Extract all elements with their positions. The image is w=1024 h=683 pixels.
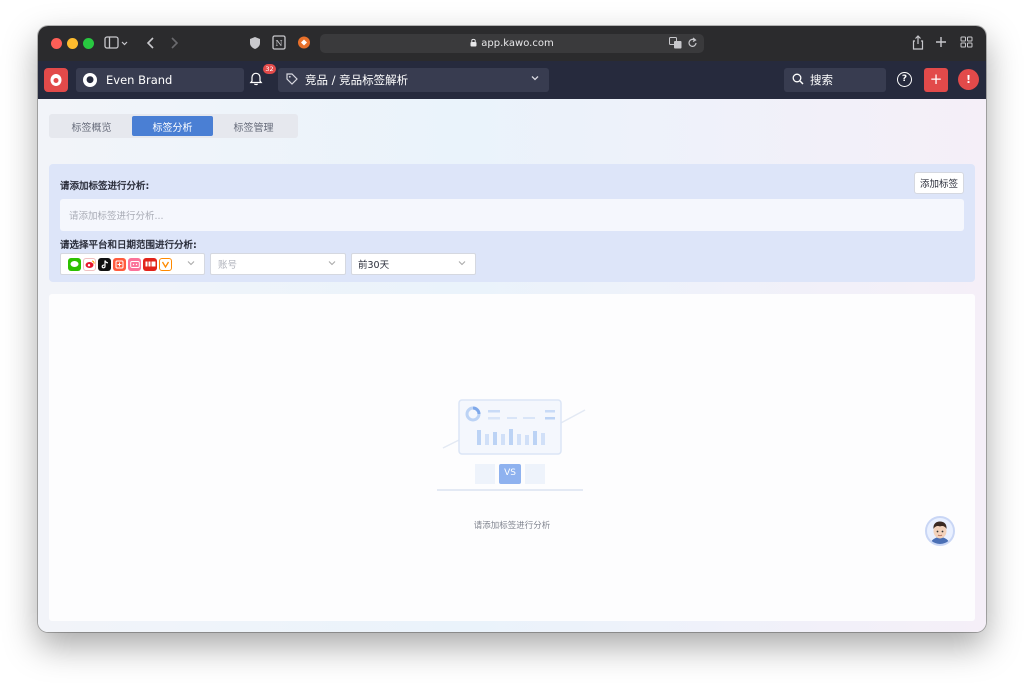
platform-date-prompt: 请选择平台和日期范围进行分析: (60, 240, 197, 251)
tab-tag-overview[interactable]: 标签概览 (51, 116, 132, 136)
empty-state-illustration (437, 399, 586, 491)
bilibili-icon (128, 257, 141, 271)
wechat-icon (68, 257, 81, 271)
add-tag-prompt: 请添加标签进行分析: (60, 181, 150, 192)
empty-state-message: 请添加标签进行分析 (473, 521, 551, 531)
minimize-window-button[interactable] (67, 38, 78, 49)
notifications-bell-icon[interactable] (249, 71, 263, 90)
forward-icon[interactable] (169, 36, 179, 54)
brand-logo-icon: ● (83, 73, 97, 87)
privacy-shield-icon[interactable] (249, 36, 261, 54)
tab-overview-icon[interactable] (960, 36, 973, 52)
help-icon[interactable]: ? (897, 72, 912, 87)
brand-selector[interactable]: ● Even Brand (76, 68, 244, 92)
back-icon[interactable] (146, 36, 156, 54)
tag-input-placeholder: 请添加标签进行分析... (69, 211, 164, 222)
assistant-avatar-icon (929, 521, 951, 544)
page-content: 标签概览 标签分析 标签管理 请添加标签进行分析: 添加标签 请添加标签进行分析… (38, 99, 986, 632)
close-window-button[interactable] (51, 38, 62, 49)
account-placeholder: 账号 (218, 260, 238, 271)
redbook-icon (143, 257, 157, 271)
date-range-selector[interactable]: 前30天 (351, 253, 476, 275)
chevron-down-icon (457, 258, 467, 271)
create-button[interactable]: + (924, 68, 948, 92)
user-alert-avatar[interactable]: ! (958, 69, 979, 90)
extension-icon[interactable] (297, 35, 311, 54)
vs-label: VS (504, 468, 516, 478)
browser-titlebar: N app.kawo.com (38, 26, 986, 61)
search-label: 搜索 (810, 73, 833, 87)
tag-icon (286, 72, 298, 88)
svg-text:N: N (276, 39, 283, 48)
xiaohongshu-icon (113, 257, 126, 271)
platform-selector[interactable] (60, 253, 205, 275)
tab-tag-management[interactable]: 标签管理 (213, 116, 294, 136)
share-icon[interactable] (912, 35, 924, 54)
tab-bar: 标签概览 标签分析 标签管理 (49, 114, 298, 138)
breadcrumb-text: 竞品 / 竞品标签解析 (305, 73, 409, 87)
notification-count-badge: 32 (263, 64, 276, 74)
browser-window: N app.kawo.com ● Even Brand 32 竞品 / 竞品标签… (38, 26, 986, 632)
url-text: app.kawo.com (481, 38, 554, 49)
add-tag-button[interactable]: 添加标签 (914, 172, 964, 194)
douyin-icon (98, 257, 111, 271)
assistant-avatar-button[interactable] (925, 516, 955, 546)
account-selector[interactable]: 账号 (210, 253, 346, 275)
breadcrumb-selector[interactable]: 竞品 / 竞品标签解析 (278, 68, 549, 92)
tab-tag-analysis[interactable]: 标签分析 (132, 116, 213, 136)
kawo-logo[interactable] (44, 68, 68, 92)
lock-icon (470, 38, 477, 49)
weibo-icon (83, 257, 96, 271)
kuaishou-icon (159, 257, 172, 271)
translate-icon[interactable] (669, 37, 682, 52)
chevron-down-icon (186, 258, 196, 271)
brand-name: Even Brand (106, 73, 173, 87)
analysis-config-panel: 请添加标签进行分析: 添加标签 请添加标签进行分析... 请选择平台和日期范围进… (49, 164, 975, 282)
chevron-down-icon (530, 73, 540, 86)
analysis-results-area: VS 请添加标签进行分析 (49, 294, 975, 621)
address-bar[interactable]: app.kawo.com (320, 34, 704, 53)
app-navbar: ● Even Brand 32 竞品 / 竞品标签解析 搜索 ? + ! (38, 61, 986, 99)
sidebar-toggle-icon[interactable] (104, 36, 128, 54)
search-button[interactable]: 搜索 (784, 68, 886, 92)
new-tab-icon[interactable] (935, 36, 947, 52)
search-icon (792, 73, 804, 88)
zoom-window-button[interactable] (83, 38, 94, 49)
notion-icon[interactable]: N (272, 35, 286, 54)
tag-input-field[interactable]: 请添加标签进行分析... (60, 199, 964, 231)
date-range-value: 前30天 (358, 260, 390, 271)
chevron-down-icon (327, 258, 337, 271)
reload-icon[interactable] (687, 37, 698, 52)
